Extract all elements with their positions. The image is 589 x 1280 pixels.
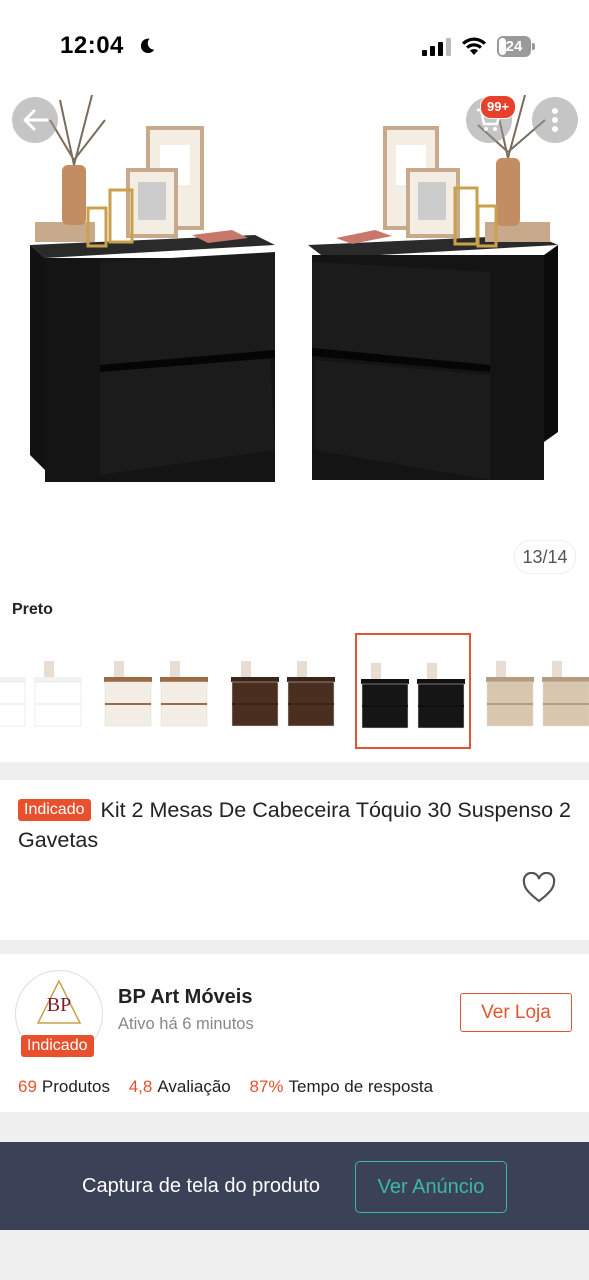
nightstand-left — [30, 94, 275, 482]
variant-swatch[interactable] — [0, 633, 90, 749]
seller-recommended-badge: Indicado — [21, 1035, 94, 1057]
seller-stats: 69 Produtos 4,8 Avaliação 87% Tempo de resp… — [18, 1077, 447, 1097]
variant-thumbnail — [104, 661, 208, 727]
signal-icon — [422, 38, 451, 56]
bottom-spacer — [0, 1230, 589, 1280]
cart-count-badge: 99+ — [480, 95, 517, 119]
variant-thumbnail — [0, 661, 82, 727]
more-icon — [552, 108, 558, 132]
product-title-block: Indicado Kit 2 Mesas De Cabeceira Tóquio… — [18, 795, 573, 855]
back-arrow-icon — [23, 109, 49, 131]
product-title: Kit 2 Mesas De Cabeceira Tóquio 30 Suspe… — [18, 798, 571, 852]
image-counter: 13/14 — [514, 540, 576, 574]
view-listing-button[interactable]: Ver Anúncio — [355, 1161, 507, 1213]
battery-level: 24 — [505, 38, 523, 55]
recommended-badge: Indicado — [18, 799, 91, 821]
more-button[interactable] — [532, 97, 578, 143]
variant-thumbnail — [361, 663, 465, 729]
battery-icon: 24 — [497, 36, 537, 57]
variant-label: Preto — [12, 601, 53, 618]
seller-name[interactable]: BP Art Móveis — [118, 986, 252, 1009]
variant-swatches — [0, 633, 589, 751]
variant-swatch[interactable] — [100, 633, 216, 749]
variant-thumbnail — [231, 661, 335, 727]
favorite-heart-icon[interactable] — [522, 872, 556, 904]
seller-logo-text: BP — [47, 994, 71, 1016]
stat-rating: 4,8 Avaliação — [128, 1077, 231, 1096]
variant-swatch[interactable] — [227, 633, 343, 749]
wifi-icon — [462, 37, 486, 55]
status-time: 12:04 — [60, 32, 124, 59]
variant-swatch[interactable] — [482, 633, 589, 749]
section-divider — [0, 762, 589, 780]
back-button[interactable] — [12, 97, 58, 143]
capture-bar-text: Captura de tela do produto — [82, 1175, 320, 1197]
section-divider — [0, 940, 589, 954]
stat-response-time: 87% Tempo de resposta — [249, 1077, 434, 1096]
view-store-button[interactable]: Ver Loja — [460, 993, 572, 1032]
nightstand-right — [308, 94, 558, 480]
stat-products: 69 Produtos — [18, 1077, 110, 1096]
variant-thumbnail — [486, 661, 589, 727]
product-gallery[interactable]: 99+ 13/14 — [0, 60, 589, 580]
section-divider — [0, 1112, 589, 1142]
variant-swatch[interactable] — [355, 633, 471, 749]
seller-status: Ativo há 6 minutos — [118, 1015, 254, 1033]
moon-icon — [140, 38, 155, 54]
